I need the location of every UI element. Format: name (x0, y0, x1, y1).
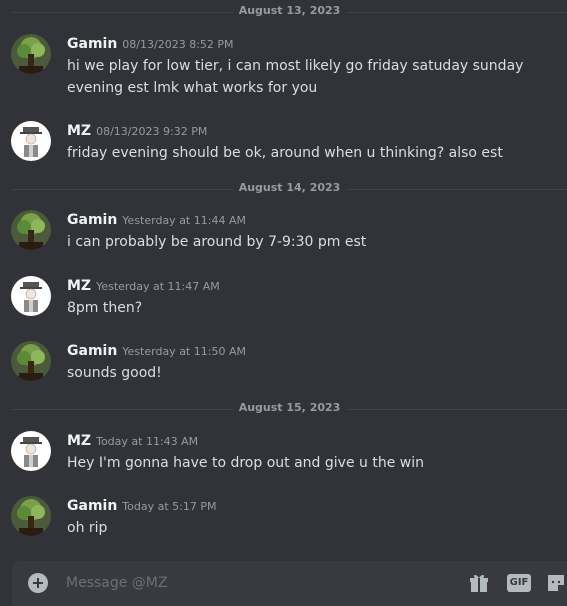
message-text: sounds good! (67, 365, 162, 381)
message: MZ Yesterday at 11:47 AM 8pm then? (0, 276, 567, 320)
message-text: Hey I'm gonna have to drop out and give … (67, 455, 424, 471)
message-header: Gamin 08/13/2023 8:52 PM (67, 34, 234, 54)
date-divider-label: August 15, 2023 (232, 401, 347, 414)
timestamp[interactable]: Yesterday at 11:44 AM (122, 214, 246, 227)
hat-avatar[interactable] (11, 431, 51, 471)
timestamp[interactable]: Today at 5:17 PM (122, 500, 216, 513)
timestamp[interactable]: 08/13/2023 8:52 PM (122, 38, 233, 51)
date-divider: August 14, 2023 (12, 181, 567, 194)
username[interactable]: MZ (67, 123, 91, 139)
message: Gamin Yesterday at 11:50 AM sounds good! (0, 341, 567, 385)
message-header: Gamin Yesterday at 11:44 AM (67, 210, 246, 230)
message: MZ 08/13/2023 9:32 PM friday evening shou… (0, 121, 567, 165)
hat-avatar[interactable] (11, 276, 51, 316)
chat-pane: August 13, 2023 Gamin 08/13/2023 8:52 PM … (0, 0, 567, 606)
message-header: MZ Yesterday at 11:47 AM (67, 276, 220, 296)
message-header: Gamin Yesterday at 11:50 AM (67, 341, 246, 361)
timestamp[interactable]: Today at 11:43 AM (96, 435, 198, 448)
tree-avatar[interactable] (11, 341, 51, 381)
message-composer: GIF (12, 561, 567, 606)
date-divider: August 13, 2023 (12, 4, 567, 17)
tree-avatar[interactable] (11, 34, 51, 74)
message-header: MZ Today at 11:43 AM (67, 431, 198, 451)
date-divider: August 15, 2023 (12, 401, 567, 414)
plus-circle-icon[interactable] (28, 573, 48, 593)
message-text: hi we play for low tier, i can most like… (67, 58, 524, 96)
timestamp[interactable]: 08/13/2023 9:32 PM (96, 125, 207, 138)
message-header: MZ 08/13/2023 9:32 PM (67, 121, 207, 141)
message: Gamin 08/13/2023 8:52 PM hi we play for l… (0, 34, 567, 96)
message-text: i can probably be around by 7-9:30 pm es… (67, 234, 367, 250)
username[interactable]: Gamin (67, 36, 117, 52)
timestamp[interactable]: Yesterday at 11:47 AM (96, 280, 220, 293)
message-text: 8pm then? (67, 300, 143, 316)
username[interactable]: Gamin (67, 498, 117, 514)
sticker-icon[interactable] (545, 572, 567, 598)
date-divider-label: August 14, 2023 (232, 181, 347, 194)
username[interactable]: Gamin (67, 212, 117, 228)
tree-avatar[interactable] (11, 496, 51, 536)
date-divider-label: August 13, 2023 (232, 4, 347, 17)
gift-icon[interactable] (468, 572, 490, 598)
message-text: oh rip (67, 520, 108, 536)
message-header: Gamin Today at 5:17 PM (67, 496, 216, 516)
message: Gamin Today at 5:17 PM oh rip (0, 496, 567, 540)
tree-avatar[interactable] (11, 210, 51, 250)
username[interactable]: MZ (67, 433, 91, 449)
message-text: friday evening should be ok, around when… (67, 145, 503, 161)
timestamp[interactable]: Yesterday at 11:50 AM (122, 345, 246, 358)
message: MZ Today at 11:43 AM Hey I'm gonna have t… (0, 431, 567, 475)
username[interactable]: Gamin (67, 343, 117, 359)
username[interactable]: MZ (67, 278, 91, 294)
message-input[interactable] (66, 573, 446, 593)
gif-button[interactable]: GIF (507, 574, 531, 592)
message: Gamin Yesterday at 11:44 AM i can probabl… (0, 210, 567, 254)
hat-avatar[interactable] (11, 121, 51, 161)
